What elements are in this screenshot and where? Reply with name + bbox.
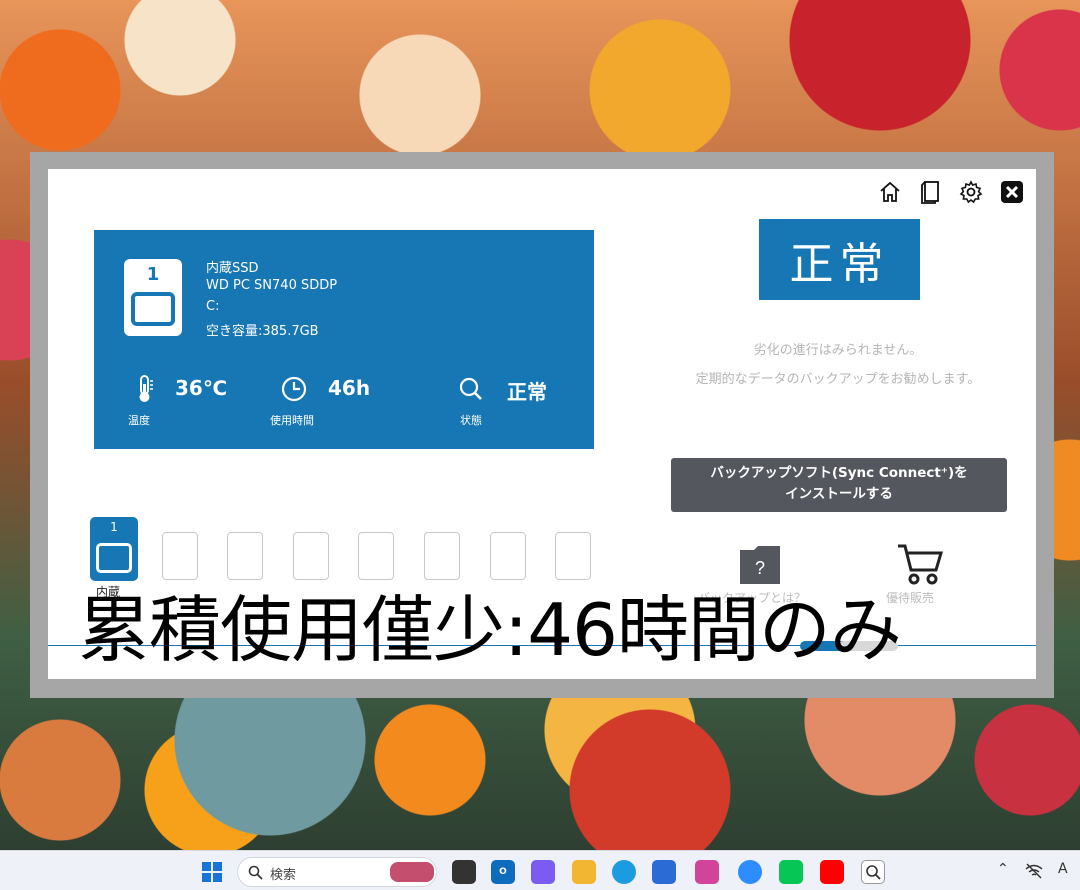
- usage-time-label: 使用時間: [270, 414, 314, 427]
- manual-book-icon[interactable]: [917, 179, 945, 205]
- drive-type: 内蔵SSD: [206, 261, 259, 276]
- status-message-1: 劣化の進行はみられません。: [753, 343, 923, 358]
- file-explorer-icon[interactable]: [572, 860, 596, 884]
- close-icon[interactable]: [998, 179, 1026, 205]
- drive-icon: 1: [124, 259, 182, 336]
- outlook-icon[interactable]: O: [491, 860, 515, 884]
- clock-icon: [281, 376, 307, 402]
- condition-label: 状態: [460, 414, 482, 427]
- photo-app-icon[interactable]: [695, 860, 719, 884]
- drive-slot-number: 1: [146, 264, 160, 285]
- edge-browser-icon[interactable]: [612, 860, 636, 884]
- usage-time-value: 46h: [328, 376, 371, 400]
- youtube-icon[interactable]: [820, 860, 844, 884]
- drive-slot-1[interactable]: 1: [90, 517, 138, 581]
- microsoft-store-icon[interactable]: [652, 860, 676, 884]
- search-placeholder: 検索: [270, 868, 297, 883]
- drive-model: WD PC SN740 SDDP: [206, 278, 338, 293]
- line-icon[interactable]: [779, 860, 803, 884]
- settings-gear-icon[interactable]: [957, 179, 985, 205]
- drive-slot-empty[interactable]: [227, 532, 263, 580]
- overlay-caption: 累積使用僅少:46時間のみ: [78, 588, 902, 672]
- ime-indicator[interactable]: A: [1058, 861, 1068, 877]
- backup-info-folder-icon[interactable]: ?: [738, 542, 782, 586]
- task-view-icon[interactable]: [452, 860, 476, 884]
- install-button-line-2: インストールする: [785, 486, 893, 502]
- windows-start-icon[interactable]: [200, 860, 224, 884]
- drive-info-card: 1 内蔵SSD WD PC SN740 SDDP C: 空き容量:385.7GB…: [94, 230, 594, 449]
- drive-free-space: 空き容量:385.7GB: [206, 324, 319, 339]
- magnifier-icon: [459, 377, 482, 400]
- drive-volume: C:: [206, 299, 220, 314]
- drive-slot-empty[interactable]: [162, 532, 198, 580]
- install-button-line-1: バックアップソフト(Sync Connect⁺)を: [710, 465, 968, 481]
- search-highlight-image: [390, 862, 434, 882]
- search-icon: [248, 865, 263, 880]
- copilot-icon[interactable]: [531, 860, 555, 884]
- condition-value: 正常: [507, 380, 547, 404]
- taskbar: 検索 O ⌃ A: [0, 850, 1080, 890]
- slot-number: 1: [110, 520, 118, 534]
- status-badge: 正常: [759, 219, 920, 300]
- status-message-2: 定期的なデータのバックアップをお勧めします。: [695, 372, 981, 387]
- thermometer-icon: [139, 375, 153, 402]
- zoom-icon[interactable]: [738, 860, 762, 884]
- drive-slot-empty[interactable]: [555, 532, 591, 580]
- temperature-value: 36℃: [175, 376, 228, 400]
- home-icon[interactable]: [876, 179, 904, 205]
- network-disconnected-icon[interactable]: [1025, 863, 1043, 879]
- taskbar-search-box[interactable]: 検索: [237, 857, 437, 887]
- ssd-health-app-icon[interactable]: [861, 860, 885, 884]
- drive-slot-empty[interactable]: [424, 532, 460, 580]
- drive-slot-empty[interactable]: [293, 532, 329, 580]
- temperature-label: 温度: [128, 414, 150, 427]
- tray-chevron-up-icon[interactable]: ⌃: [997, 861, 1009, 877]
- drive-slot-empty[interactable]: [490, 532, 526, 580]
- svg-text:?: ?: [755, 558, 765, 578]
- drive-slot-empty[interactable]: [358, 532, 394, 580]
- shopping-cart-icon[interactable]: [896, 542, 944, 586]
- install-sync-connect-button[interactable]: バックアップソフト(Sync Connect⁺)を インストールする: [671, 458, 1007, 512]
